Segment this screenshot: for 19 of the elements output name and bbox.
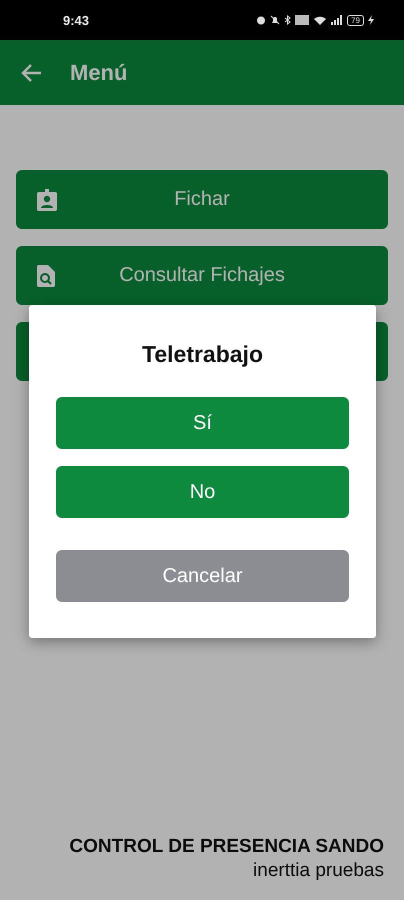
id-badge-icon	[37, 188, 57, 210]
status-time: 9:43	[63, 12, 90, 28]
back-arrow-icon[interactable]	[20, 62, 42, 82]
signal-icon	[331, 15, 344, 25]
document-search-icon	[37, 264, 55, 286]
option-button[interactable]: Sí	[56, 397, 349, 449]
menu-button[interactable]: Consultar Fichajes	[16, 246, 388, 305]
bluetooth-icon	[284, 15, 292, 25]
dialog-title: Teletrabajo	[141, 341, 264, 368]
charging-icon	[368, 15, 374, 25]
environment-name: inerttia pruebas	[253, 860, 384, 882]
menu-button[interactable]: Fichar	[16, 170, 388, 229]
bell-off-icon	[270, 15, 280, 25]
app-title: Menú	[70, 60, 128, 86]
option-button[interactable]: No	[56, 466, 349, 518]
battery-level: 79	[347, 14, 364, 26]
cancel-button[interactable]: Cancelar	[56, 550, 349, 602]
company-name: CONTROL DE PRESENCIA SANDO	[69, 836, 384, 858]
wifi-icon	[313, 15, 328, 25]
